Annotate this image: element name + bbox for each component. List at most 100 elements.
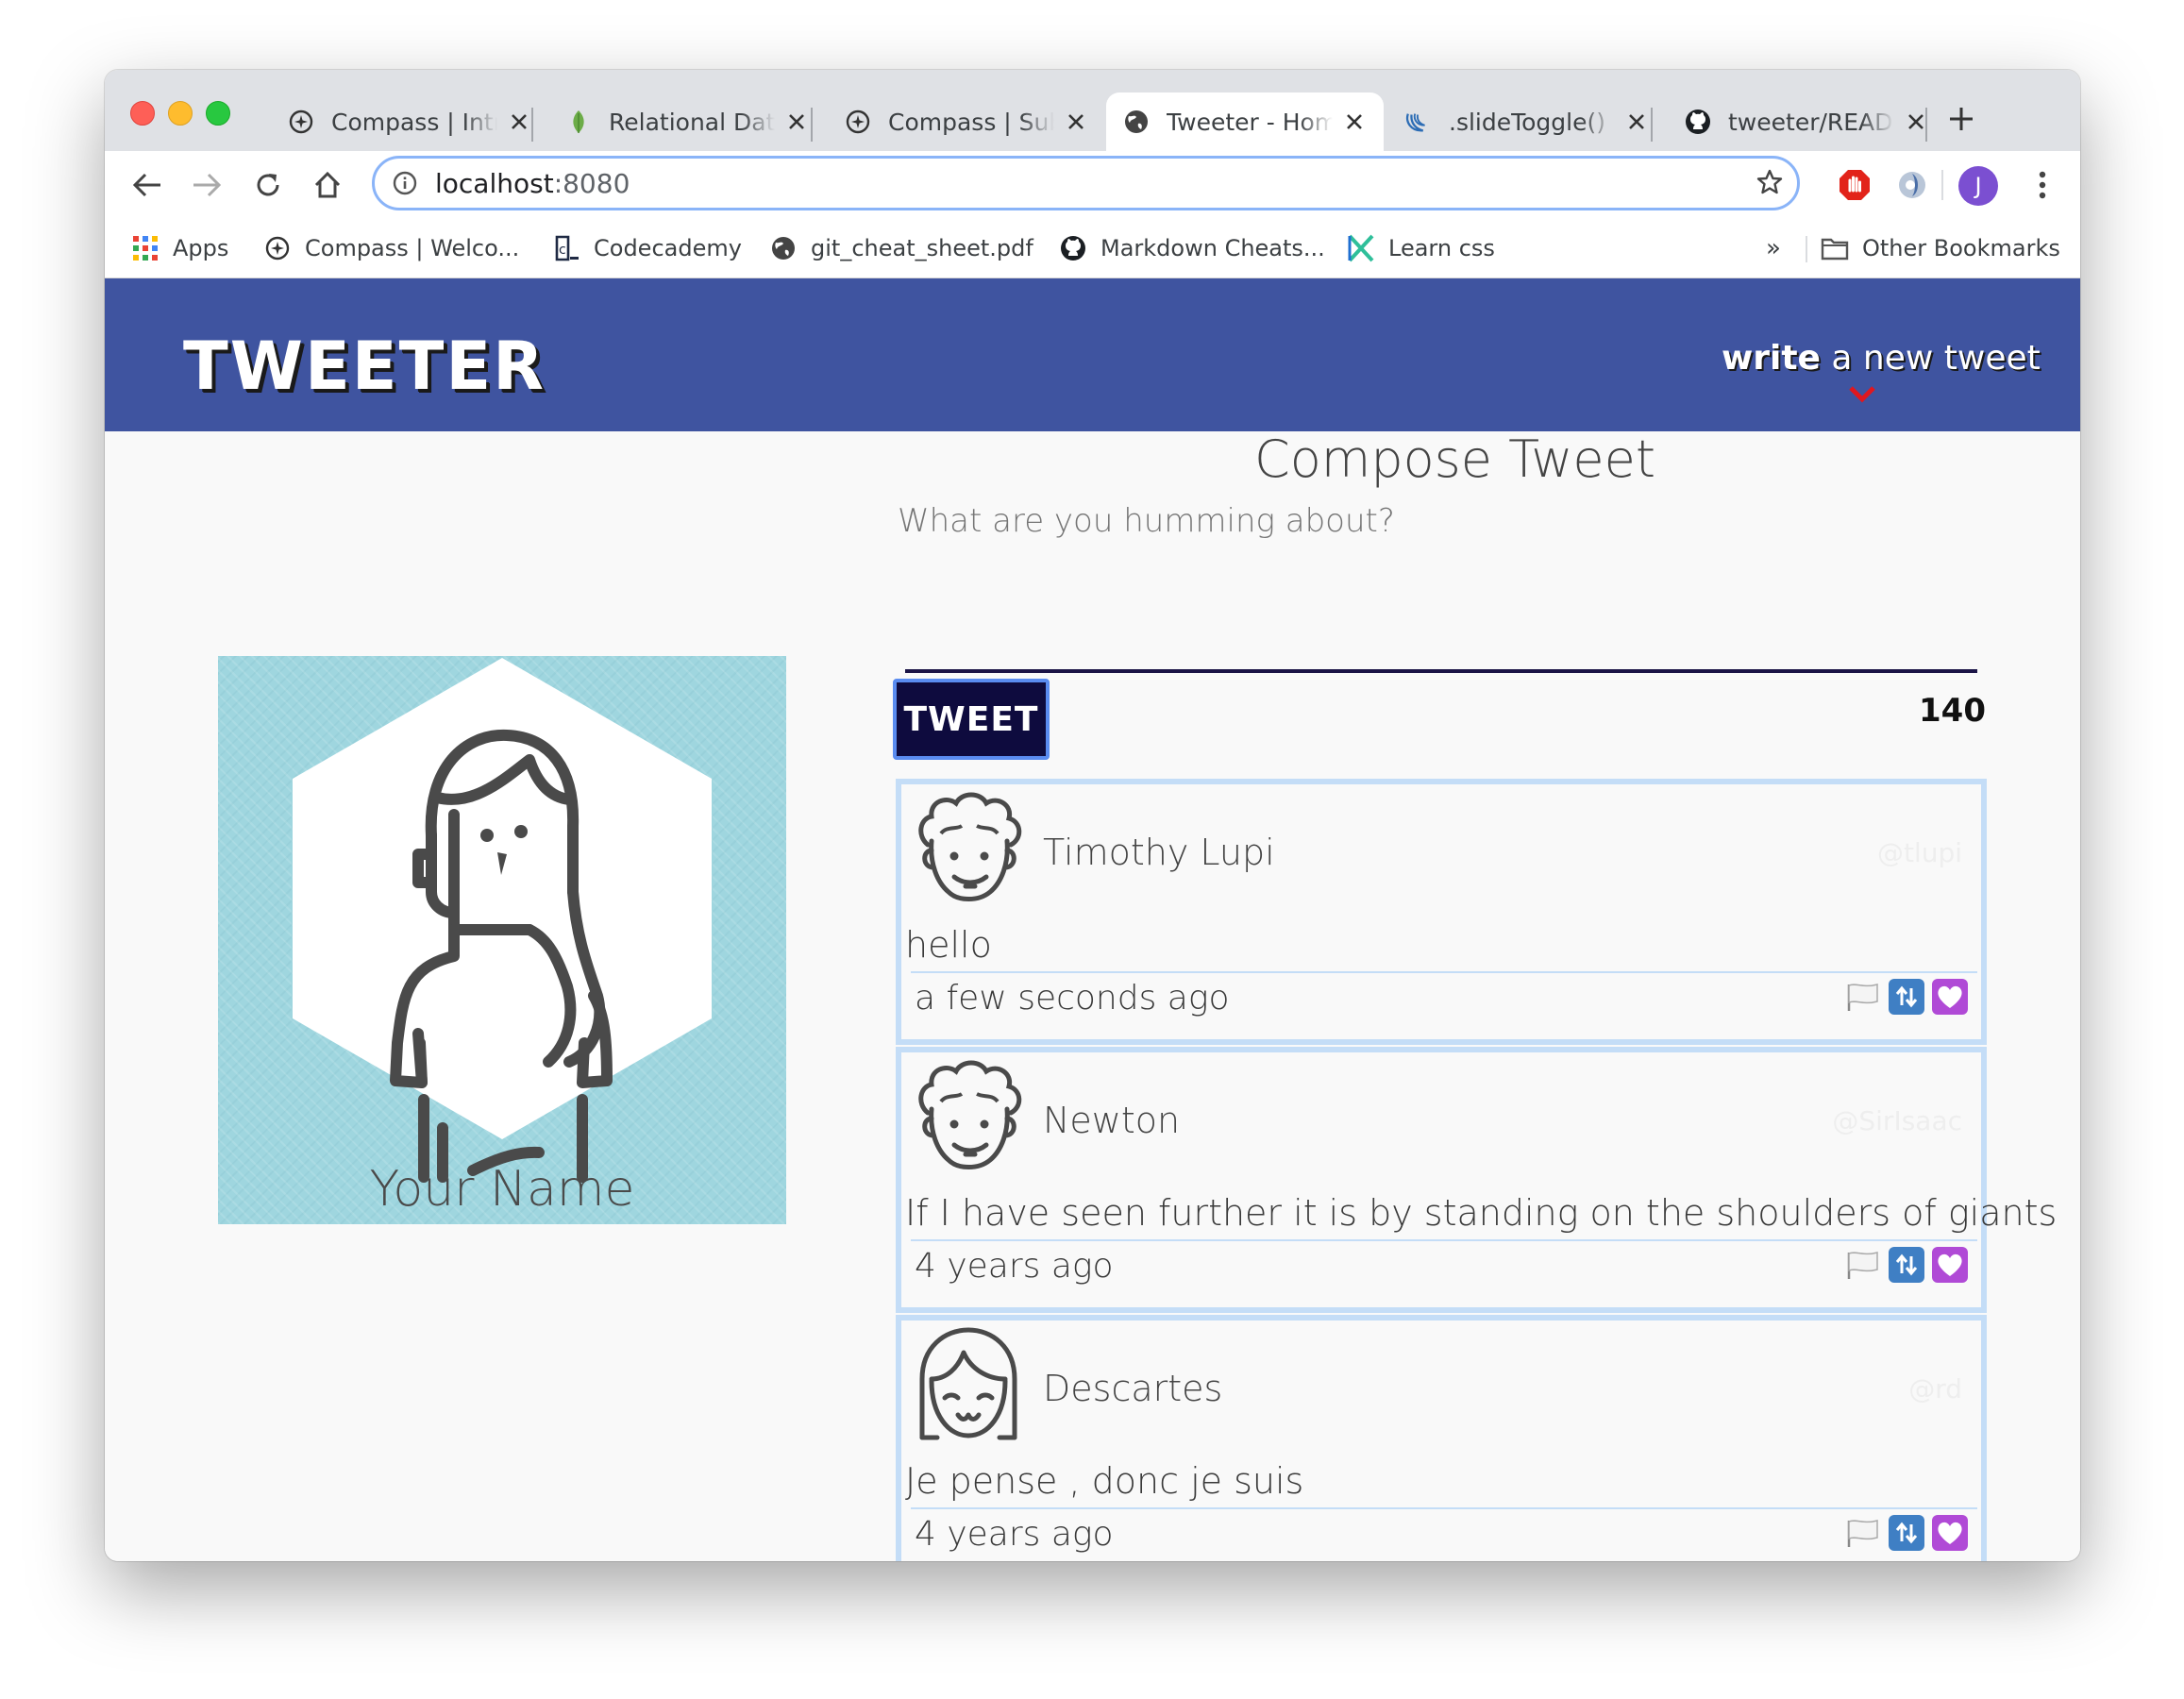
github-icon	[1685, 109, 1711, 135]
heart-icon[interactable]	[1932, 1247, 1968, 1283]
bookmarks-bar: Apps Compass | Welco... c Codecademy git…	[105, 219, 2080, 278]
curly-hair-avatar-icon	[918, 1060, 1022, 1169]
close-icon[interactable]	[1064, 109, 1088, 134]
close-icon[interactable]	[1624, 109, 1649, 134]
tab-relational-data[interactable]: Relational Data	[548, 93, 826, 151]
retweet-icon[interactable]	[1889, 979, 1924, 1015]
bookmark-label: Markdown Cheats...	[1100, 235, 1325, 261]
extension-swirl-icon[interactable]	[1893, 166, 1931, 204]
minimize-window-button[interactable]	[168, 101, 193, 126]
flag-icon[interactable]	[1845, 1515, 1881, 1551]
tab-title: tweeter/READI	[1728, 108, 1894, 136]
tweet-textarea[interactable]	[896, 501, 1975, 541]
tweet-divider	[911, 1239, 1977, 1241]
tab-compass-sub[interactable]: Compass | Sub	[828, 93, 1105, 151]
svg-text:c: c	[559, 243, 566, 258]
tab-title: Compass | Intr	[331, 108, 497, 136]
tab-strip: Compass | Intr Relational Data Compass |…	[105, 70, 2080, 151]
chevron-down-icon[interactable]	[1848, 385, 1876, 404]
close-window-button[interactable]	[130, 101, 155, 126]
tweet-card: Timothy Lupi @tlupi hello a few seconds …	[896, 779, 1987, 1045]
menu-button[interactable]	[2024, 166, 2061, 204]
info-icon[interactable]	[392, 170, 418, 196]
bookmark-markdown[interactable]: Markdown Cheats...	[1059, 230, 1325, 266]
forward-button[interactable]	[186, 164, 227, 206]
flag-icon[interactable]	[1845, 1247, 1881, 1283]
tweet-actions	[1845, 979, 1968, 1015]
tweet-submit-button[interactable]: TWEET	[893, 679, 1050, 760]
bookmark-label: Other Bookmarks	[1862, 235, 2060, 261]
home-icon	[314, 171, 341, 198]
browser-toolbar: localhost:8080 J	[105, 151, 2080, 219]
tweet-author-handle: @rd	[1908, 1373, 1962, 1405]
reload-icon	[257, 174, 279, 196]
tab-title: Relational Data	[609, 108, 775, 136]
plus-icon	[1950, 108, 1973, 130]
write-new-tweet-link[interactable]: write a new tweet	[1722, 339, 2041, 378]
reload-button[interactable]	[247, 164, 289, 206]
profile-card: Your Name	[218, 656, 786, 1224]
tab-compass-intro[interactable]: Compass | Intr	[271, 93, 548, 151]
flag-icon[interactable]	[1845, 979, 1881, 1015]
tweet-author-name: Newton	[1043, 1100, 1181, 1141]
bookmark-star-icon[interactable]	[1756, 168, 1784, 200]
site-logo[interactable]: TWEETER	[183, 333, 546, 399]
compass-icon	[263, 234, 292, 262]
github-icon	[1059, 234, 1087, 262]
close-icon[interactable]	[507, 109, 531, 134]
bookmark-compass[interactable]: Compass | Welco...	[263, 230, 519, 266]
profile-name: Your Name	[369, 1161, 635, 1218]
zoom-window-button[interactable]	[206, 101, 230, 126]
bookmark-label: git_cheat_sheet.pdf	[811, 235, 1033, 261]
retweet-icon[interactable]	[1889, 1515, 1924, 1551]
globe-icon	[1123, 109, 1150, 135]
tab-tweeter-readme[interactable]: tweeter/READI	[1668, 93, 1945, 151]
close-icon[interactable]	[1342, 109, 1367, 134]
tab-tweeter-home[interactable]: Tweeter - Hom	[1106, 93, 1384, 151]
curly-hair-avatar-icon	[918, 792, 1022, 901]
address-bar[interactable]: localhost:8080	[372, 156, 1800, 210]
bookmark-learn-css[interactable]: Learn css	[1347, 230, 1495, 266]
retweet-icon[interactable]	[1889, 1247, 1924, 1283]
tab-separator	[1925, 108, 1927, 142]
back-button[interactable]	[126, 164, 168, 206]
new-tab-button[interactable]	[1942, 100, 1980, 138]
bookmark-apps[interactable]: Apps	[131, 230, 228, 266]
tab-slidetoggle[interactable]: .slideToggle() |	[1388, 93, 1666, 151]
tweet-card: Descartes @rd Je pense , donc je suis 4 …	[896, 1315, 1987, 1561]
tweet-actions	[1845, 1515, 1968, 1551]
user-avatar-icon	[293, 658, 712, 1183]
compose-underline	[905, 669, 1977, 673]
bookmark-codecademy[interactable]: c Codecademy	[552, 230, 742, 266]
jquery-icon	[1405, 109, 1432, 135]
tweet-body: If I have seen further it is by standing…	[905, 1192, 2058, 1234]
character-counter: 140	[1919, 692, 1986, 730]
compose-title: Compose Tweet	[1254, 429, 1656, 489]
tab-separator	[811, 108, 813, 142]
bookmark-label: Apps	[173, 235, 229, 261]
close-icon[interactable]	[784, 109, 809, 134]
globe-icon	[769, 234, 798, 262]
tweet-body: Je pense , donc je suis	[905, 1460, 1304, 1502]
bookmarks-overflow-button[interactable]: »	[1766, 230, 1781, 266]
home-button[interactable]	[307, 164, 348, 206]
tweet-author-name: Descartes	[1043, 1368, 1223, 1409]
other-bookmarks[interactable]: Other Bookmarks	[1821, 230, 2060, 266]
profile-avatar[interactable]: J	[1958, 166, 1998, 206]
apps-grid-icon	[131, 234, 160, 262]
bookmark-label: Learn css	[1388, 235, 1495, 261]
mongodb-leaf-icon	[565, 109, 592, 135]
kebab-menu-icon	[2039, 171, 2046, 199]
toolbar-separator	[1941, 170, 1943, 200]
compass-icon	[288, 109, 314, 135]
css-x-icon	[1347, 234, 1375, 262]
tweet-divider	[911, 971, 1977, 973]
heart-icon[interactable]	[1932, 979, 1968, 1015]
adblock-extension-icon[interactable]	[1836, 166, 1873, 204]
url-text: localhost:8080	[435, 167, 630, 199]
folder-icon	[1821, 234, 1849, 262]
bookmark-git-cheat-sheet[interactable]: git_cheat_sheet.pdf	[769, 230, 1033, 266]
bookmark-label: Codecademy	[594, 235, 742, 261]
tab-title: Tweeter - Hom	[1167, 108, 1333, 136]
heart-icon[interactable]	[1932, 1515, 1968, 1551]
